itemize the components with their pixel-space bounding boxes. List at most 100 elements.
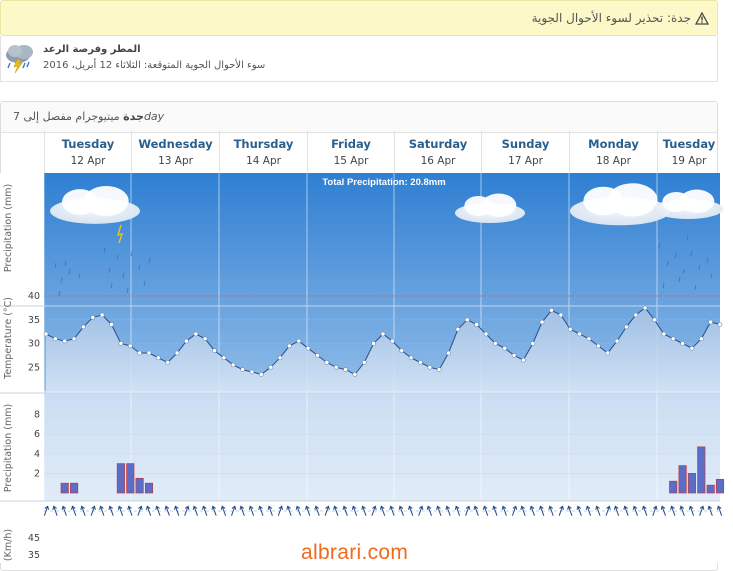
temperature-point [90, 315, 96, 320]
albrari-watermark: albrari.com [301, 541, 409, 564]
temperature-point [670, 336, 676, 342]
day-date: 17 Apr [508, 155, 543, 167]
precip-tick-label: 4 [34, 449, 40, 460]
temperature-point [689, 346, 695, 351]
temperature-point [156, 355, 161, 361]
wind-tick-label: 35 [28, 550, 40, 561]
temperature-point [530, 341, 536, 346]
temperature-point [586, 336, 592, 342]
temperature-tick-label: 25 [28, 362, 40, 373]
temperature-point [165, 360, 170, 365]
temperature-point [277, 355, 283, 361]
temperature-point [605, 350, 611, 356]
temperature-point [624, 324, 629, 330]
precipitation-bar [697, 446, 706, 494]
temperature-point [483, 331, 489, 337]
temperature-point [567, 327, 573, 332]
temperature-point [427, 365, 433, 370]
temperature-point [511, 353, 517, 358]
precipitation-bar [706, 484, 715, 494]
temperature-point [502, 346, 508, 351]
day-name: Thursday [233, 137, 294, 151]
temperature-point [240, 367, 245, 372]
temperature-point [249, 369, 255, 375]
temperature-point [268, 365, 274, 370]
day-date: 19 Apr [671, 155, 707, 167]
precipitation-bar [116, 463, 125, 494]
day-name: Saturday [408, 137, 468, 151]
cloud-puff [83, 186, 129, 216]
temperature-point [315, 353, 320, 358]
precipitation-bar [144, 482, 154, 494]
temperature-point [371, 341, 376, 346]
temperature-point [614, 338, 620, 344]
temperature-point [221, 355, 227, 361]
day-name: Tuesday [61, 137, 115, 151]
temperature-point [577, 331, 582, 337]
temperature-point [296, 338, 302, 344]
temperature-point [118, 341, 124, 346]
alert-text-wrap: جدة: تحذير لسوء الأحوال الجوية [532, 11, 709, 25]
temperature-point [333, 365, 339, 370]
day-column-header: Monday 18 Apr [569, 131, 657, 173]
temperature-point [652, 317, 657, 323]
warning-detail[interactable]: المطر وفرصة الرعد سوء الأحوال الجوية الم… [0, 36, 718, 82]
precip-top-axis-title: Precipitation (mm) [3, 184, 14, 272]
precipitation-bar [678, 465, 687, 494]
precipitation-bar [715, 478, 725, 494]
temperature-point [230, 362, 236, 368]
cloud-puff [481, 193, 517, 217]
meteogram-chart: 40 35 30 25 8 6 4 2 45 35 Precipitation (mm) Temper… [0, 173, 725, 563]
precipitation-bar [70, 482, 79, 494]
warning-triangle-icon [695, 11, 709, 25]
temperature-point [146, 350, 152, 356]
weather-alert-bar[interactable]: جدة: تحذير لسوء الأحوال الجوية [0, 0, 718, 36]
temperature-point [99, 312, 105, 318]
day-column-header: Wednesday 13 Apr [131, 131, 219, 173]
precipitation-bar [687, 473, 696, 494]
temperature-point [661, 331, 667, 337]
precip-tick-label: 6 [34, 429, 40, 440]
precip-tick-label: 8 [34, 410, 40, 421]
cloud-puff [607, 183, 658, 217]
temperature-tick-label: 40 [28, 291, 40, 302]
day-name: Wednesday [138, 137, 213, 151]
temperature-point [137, 350, 142, 356]
temperature-point [464, 317, 470, 323]
temperature-point [202, 336, 208, 342]
temperature-point [258, 372, 264, 377]
total-precipitation-label: Total Precipitation: 20.8mm [322, 177, 445, 188]
temperature-point [43, 331, 49, 337]
temperature-point [352, 372, 358, 377]
day-column-header: Saturday 16 Apr [394, 131, 481, 173]
day-header-row: Tuesday 12 Apr Wednesday 13 Apr Thursday 14 A… [44, 131, 720, 173]
temperature-point [521, 357, 526, 363]
cloud-puff [679, 189, 715, 213]
temperature-point [193, 331, 199, 337]
temperature-point [595, 343, 601, 349]
temperature-point [361, 360, 367, 365]
temperature-point [305, 346, 311, 351]
day-column-header: Tuesday 19 Apr [657, 131, 720, 173]
temperature-point [549, 308, 554, 313]
day-column-header: Tuesday 12 Apr [44, 131, 131, 173]
temperature-point [698, 336, 704, 342]
meteogram-title-text: ميتيوجرام مفصل إلى 7 [13, 110, 120, 123]
temperature-point [390, 338, 395, 344]
precip-tick-label: 2 [34, 468, 40, 479]
day-date: 18 Apr [596, 155, 631, 167]
temperature-point [642, 305, 648, 311]
temperature-point [455, 327, 461, 332]
day-column-header: Thursday 14 Apr [219, 131, 307, 173]
precip-bottom-axis-title: Precipitation (mm) [3, 404, 14, 492]
day-name: Friday [331, 137, 371, 151]
temperature-point [109, 322, 114, 327]
temperature-point [287, 343, 292, 349]
meteogram-title: جدة ميتيوجرام مفصل إلى 7 day [13, 110, 164, 123]
temperature-point [212, 348, 217, 353]
wind-tick-label: 45 [28, 533, 40, 544]
temperature-point [53, 336, 58, 342]
temperature-tick-label: 30 [28, 339, 40, 350]
temperature-point [174, 350, 180, 356]
day-name: Tuesday [662, 137, 716, 151]
